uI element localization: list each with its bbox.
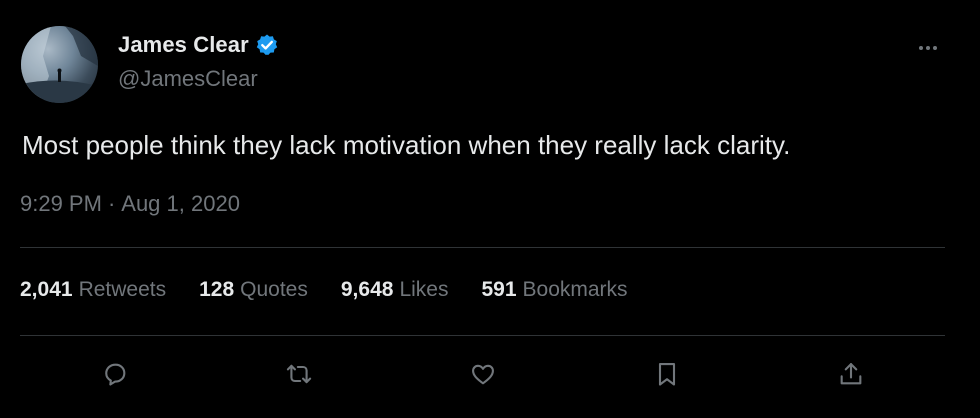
bookmark-icon[interactable] [651, 358, 683, 390]
stat-label: Quotes [240, 278, 308, 301]
stat-label: Likes [399, 278, 449, 301]
more-horizontal-icon[interactable] [910, 36, 946, 60]
author-handle[interactable]: @JamesClear [118, 66, 258, 92]
stat-label: Retweets [78, 278, 167, 301]
reply-icon[interactable] [99, 358, 131, 390]
stat-count: 128 [199, 278, 235, 301]
author-display-name[interactable]: James Clear [118, 32, 249, 58]
tweet-text: Most people think they lack motivation w… [22, 130, 791, 160]
share-icon[interactable] [835, 358, 867, 390]
stat-retweets[interactable]: 2,041 Retweets [20, 278, 166, 302]
divider [20, 335, 945, 336]
stat-likes[interactable]: 9,648 Likes [341, 278, 449, 302]
stat-bookmarks[interactable]: 591 Bookmarks [481, 278, 627, 302]
tweet-card: James Clear @JamesClear Most people thin… [0, 0, 980, 418]
like-icon[interactable] [467, 358, 499, 390]
tweet-timestamp[interactable]: 9:29 PM · Aug 1, 2020 [20, 191, 240, 217]
verified-badge-icon [255, 33, 279, 57]
stat-count: 591 [481, 278, 517, 301]
tweet-date: Aug 1, 2020 [121, 191, 240, 216]
action-bar [0, 352, 980, 396]
author-name-row: James Clear [118, 32, 279, 58]
stat-label: Bookmarks [522, 278, 628, 301]
stat-count: 2,041 [20, 278, 73, 301]
divider [20, 247, 945, 248]
meta-separator: · [107, 191, 116, 216]
engagement-stats: 2,041 Retweets 128 Quotes 9,648 Likes 591 Bo… [20, 278, 661, 302]
avatar[interactable] [21, 26, 98, 103]
stat-count: 9,648 [340, 278, 394, 301]
stat-quotes[interactable]: 128 Quotes [199, 278, 308, 302]
tweet-time: 9:29 PM [20, 191, 102, 216]
retweet-icon[interactable] [283, 358, 315, 390]
